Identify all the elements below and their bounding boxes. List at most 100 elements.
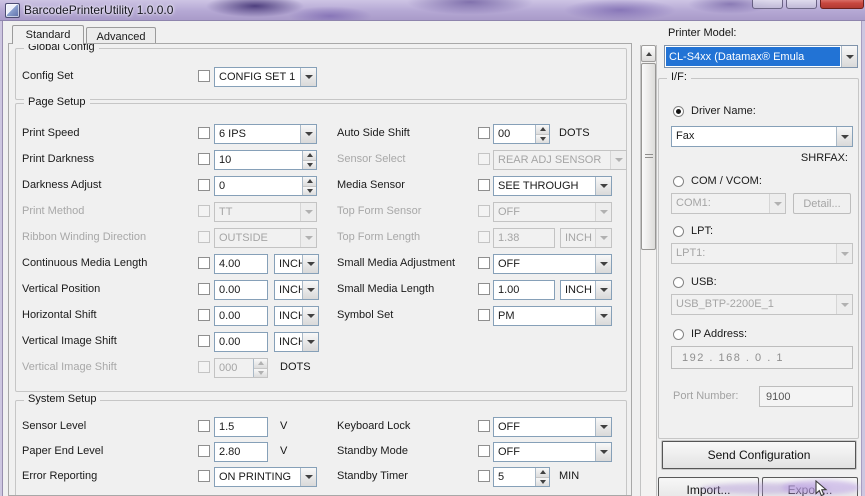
chevron-down-icon xyxy=(595,418,611,436)
field-label: Auto Side Shift xyxy=(337,127,410,139)
dropdown[interactable]: INCH xyxy=(274,332,319,352)
field-label: Top Form Length xyxy=(337,231,421,243)
checkbox[interactable] xyxy=(478,127,490,139)
row-sensor-select: Sensor Select REAR ADJ SENSOR xyxy=(16,149,627,171)
dropdown-value: CONFIG SET 1 xyxy=(219,71,296,83)
application-window: BarcodePrinterUtility 1.0.0.0 Standard A… xyxy=(0,0,865,496)
unit-label: DOTS xyxy=(280,361,311,373)
chevron-down-icon xyxy=(595,229,611,247)
text-input[interactable]: 0.00 xyxy=(214,332,268,352)
group-title: Global Config xyxy=(24,44,99,53)
group-system-setup: System Setup Sensor Level 1.5 V Paper End L… xyxy=(15,393,627,495)
checkbox[interactable] xyxy=(478,420,490,432)
dropdown-value: SEE THROUGH xyxy=(498,180,579,192)
usb-device-dropdown: USB_BTP-2200E_1 xyxy=(671,294,853,315)
chevron-down-icon xyxy=(595,443,611,461)
dropdown-value: REAR ADJ SENSOR xyxy=(498,154,602,166)
chevron-down-icon xyxy=(595,255,611,273)
scrollbar-up-button[interactable] xyxy=(641,45,656,62)
arrow-up-icon xyxy=(539,127,546,132)
spinner-down-button xyxy=(254,368,267,377)
scrollbar-thumb[interactable] xyxy=(641,63,656,250)
tab-advanced[interactable]: Advanced xyxy=(86,27,156,44)
checkbox xyxy=(478,205,490,217)
text-input: 1.38 xyxy=(493,228,555,248)
radio-driver-name[interactable] xyxy=(673,105,684,117)
unit-label: MIN xyxy=(559,470,580,482)
radio-ip-address[interactable] xyxy=(673,328,684,340)
checkbox[interactable] xyxy=(478,445,490,457)
dropdown-value: LPT1: xyxy=(676,247,706,259)
unit-label: DOTS xyxy=(559,127,590,139)
spinner-down-button[interactable] xyxy=(536,477,549,486)
close-button[interactable] xyxy=(820,0,864,9)
checkbox[interactable] xyxy=(478,257,490,269)
chevron-down-icon xyxy=(595,307,611,325)
row-standby-mode: Standby Mode OFF xyxy=(16,441,626,463)
text-input[interactable]: 1.00 xyxy=(493,280,555,300)
number-spinner[interactable]: 00 xyxy=(493,124,550,144)
checkbox[interactable] xyxy=(198,335,210,347)
field-label: Small Media Length xyxy=(337,283,435,295)
spinner-down-button[interactable] xyxy=(536,134,549,143)
group-global-config: Global Config Config Set CONFIG SET 1 xyxy=(15,44,627,100)
checkbox[interactable] xyxy=(478,283,490,295)
printer-model-dropdown[interactable]: CL-S4xx (Datamax® Emula xyxy=(664,45,858,68)
radio-row-lpt: LPT: xyxy=(673,224,713,238)
field-label: Symbol Set xyxy=(337,309,394,321)
chevron-down-icon xyxy=(595,203,611,221)
dropdown[interactable]: OFF xyxy=(493,254,612,274)
radio-com-vcom[interactable] xyxy=(673,175,684,187)
dropdown[interactable]: INCH xyxy=(560,280,612,300)
spinner-up-button[interactable] xyxy=(536,125,549,135)
field-label: Sensor Select xyxy=(337,153,406,165)
tab-standard[interactable]: Standard xyxy=(12,25,84,44)
vertical-scrollbar[interactable] xyxy=(640,45,657,496)
chevron-down-icon xyxy=(836,244,852,263)
dropdown[interactable]: SEE THROUGH xyxy=(493,176,612,196)
minimize-button[interactable] xyxy=(752,0,783,9)
radio-lpt[interactable] xyxy=(673,225,684,237)
group-title: Page Setup xyxy=(24,96,90,108)
number-spinner[interactable]: 5 xyxy=(493,467,550,487)
row-small-media-adjustment: Small Media Adjustment OFF xyxy=(16,253,626,275)
arrow-down-icon xyxy=(539,479,546,484)
checkbox[interactable] xyxy=(478,309,490,321)
dropdown[interactable]: OFF xyxy=(493,442,612,462)
dropdown[interactable]: PM xyxy=(493,306,612,326)
chevron-down-icon xyxy=(841,46,857,67)
checkbox[interactable] xyxy=(198,70,210,82)
dropdown-value: INCH xyxy=(565,284,592,296)
radio-label: COM / VCOM: xyxy=(691,175,762,187)
field-label: Keyboard Lock xyxy=(337,420,411,432)
share-name-label: SHRFAX: xyxy=(800,152,848,164)
export-button[interactable]: Export... xyxy=(762,477,858,496)
tab-page-standard: Global Config Config Set CONFIG SET 1 Pag… xyxy=(8,43,632,496)
row-top-form-length: Top Form Length 1.38 INCH xyxy=(16,227,626,249)
send-configuration-button[interactable]: Send Configuration xyxy=(662,441,856,469)
import-button[interactable]: Import... xyxy=(658,477,759,496)
dropdown-value: OFF xyxy=(498,206,520,218)
dropdown[interactable]: CONFIG SET 1 xyxy=(214,67,317,87)
checkbox[interactable] xyxy=(478,470,490,482)
lpt-port-dropdown: LPT1: xyxy=(671,243,853,264)
dropdown-value: OFF xyxy=(498,446,520,458)
driver-name-dropdown[interactable]: Fax xyxy=(671,126,853,147)
window-title: BarcodePrinterUtility 1.0.0.0 xyxy=(24,3,174,17)
radio-label: LPT: xyxy=(691,225,714,237)
checkbox[interactable] xyxy=(478,179,490,191)
row-small-media-length: Small Media Length 1.00 INCH xyxy=(16,279,626,301)
number-spinner: 000 xyxy=(214,358,268,378)
dropdown[interactable]: OFF xyxy=(493,417,612,437)
printer-model-label: Printer Model: xyxy=(668,27,737,39)
row-symbol-set: Symbol Set PM xyxy=(16,305,626,327)
maximize-button[interactable] xyxy=(786,0,817,9)
row-vertical-image-shift: Vertical Image Shift 0.00 INCH xyxy=(16,331,626,353)
spinner-up-button[interactable] xyxy=(536,468,549,478)
group-title: I/F: xyxy=(667,71,691,83)
chevron-down-icon xyxy=(610,151,626,169)
radio-usb[interactable] xyxy=(673,276,684,288)
mouse-cursor xyxy=(814,479,830,496)
chevron-down-icon xyxy=(595,177,611,195)
field-label: Standby Timer xyxy=(337,470,408,482)
